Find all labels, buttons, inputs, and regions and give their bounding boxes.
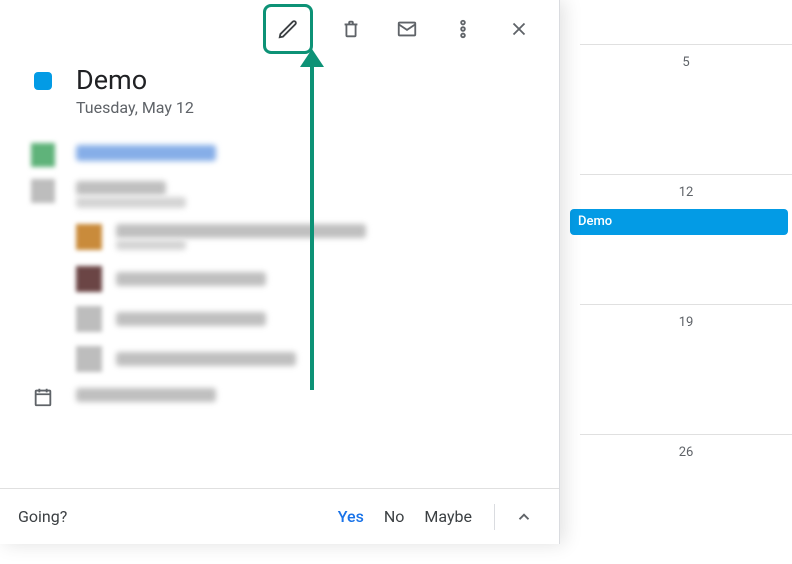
close-panel-button[interactable] xyxy=(501,11,537,47)
calendar-cell[interactable]: 5 xyxy=(580,44,792,174)
rsvp-maybe[interactable]: Maybe xyxy=(424,507,472,526)
panel-toolbar xyxy=(0,0,559,48)
people-icon xyxy=(31,179,55,203)
rsvp-bar: Going? Yes No Maybe xyxy=(0,488,559,544)
envelope-icon xyxy=(396,18,418,40)
redacted-text xyxy=(76,197,186,208)
redacted-text xyxy=(76,388,216,402)
event-date: Tuesday, May 12 xyxy=(76,98,194,117)
calendar-date: 19 xyxy=(580,305,792,330)
rsvp-prompt: Going? xyxy=(18,507,67,526)
calendar-date: 5 xyxy=(580,45,792,70)
event-title: Demo xyxy=(76,64,194,96)
avatar xyxy=(76,306,102,332)
conference-row[interactable] xyxy=(30,143,535,167)
redacted-text xyxy=(116,224,366,238)
calendar-event-chip[interactable]: Demo xyxy=(570,209,788,235)
pencil-icon xyxy=(277,18,299,40)
avatar xyxy=(76,224,102,250)
event-color-chip xyxy=(34,72,52,90)
guest-list xyxy=(76,222,535,372)
redacted-text xyxy=(116,240,186,250)
guest-item[interactable] xyxy=(76,266,535,292)
guest-item[interactable] xyxy=(76,306,535,332)
more-options-button[interactable] xyxy=(445,11,481,47)
email-guests-button[interactable] xyxy=(389,11,425,47)
calendar-cell[interactable]: 12 Demo xyxy=(580,174,792,304)
calendar-row xyxy=(30,386,535,408)
delete-event-button[interactable] xyxy=(333,11,369,47)
redacted-text xyxy=(116,312,266,326)
annotation-arrow-head xyxy=(300,49,324,67)
event-detail-panel: Demo Tuesday, May 12 xyxy=(0,0,560,544)
event-details xyxy=(0,117,559,488)
guests-row xyxy=(30,179,535,210)
redacted-text xyxy=(116,272,266,286)
divider xyxy=(494,504,495,530)
event-header: Demo Tuesday, May 12 xyxy=(0,48,559,117)
rsvp-more-button[interactable] xyxy=(507,500,541,534)
video-icon xyxy=(31,143,55,167)
calendar-cell[interactable]: 19 xyxy=(580,304,792,434)
rsvp-no[interactable]: No xyxy=(384,507,405,526)
close-icon xyxy=(508,18,530,40)
calendar-column: 5 12 Demo 19 26 xyxy=(576,0,792,544)
redacted-text xyxy=(76,145,216,161)
calendar-date: 26 xyxy=(580,435,792,460)
rsvp-yes[interactable]: Yes xyxy=(338,507,364,526)
calendar-icon xyxy=(32,386,54,408)
calendar-cell[interactable]: 26 xyxy=(580,434,792,564)
edit-event-button[interactable] xyxy=(263,4,313,54)
kebab-icon xyxy=(452,18,474,40)
redacted-text xyxy=(76,181,166,195)
guest-item[interactable] xyxy=(76,222,535,252)
trash-icon xyxy=(340,18,362,40)
avatar xyxy=(76,266,102,292)
redacted-text xyxy=(116,352,296,366)
annotation-arrow xyxy=(310,55,314,390)
avatar xyxy=(76,346,102,372)
chevron-up-icon xyxy=(515,508,533,526)
guest-item[interactable] xyxy=(76,346,535,372)
calendar-date: 12 xyxy=(580,175,792,200)
